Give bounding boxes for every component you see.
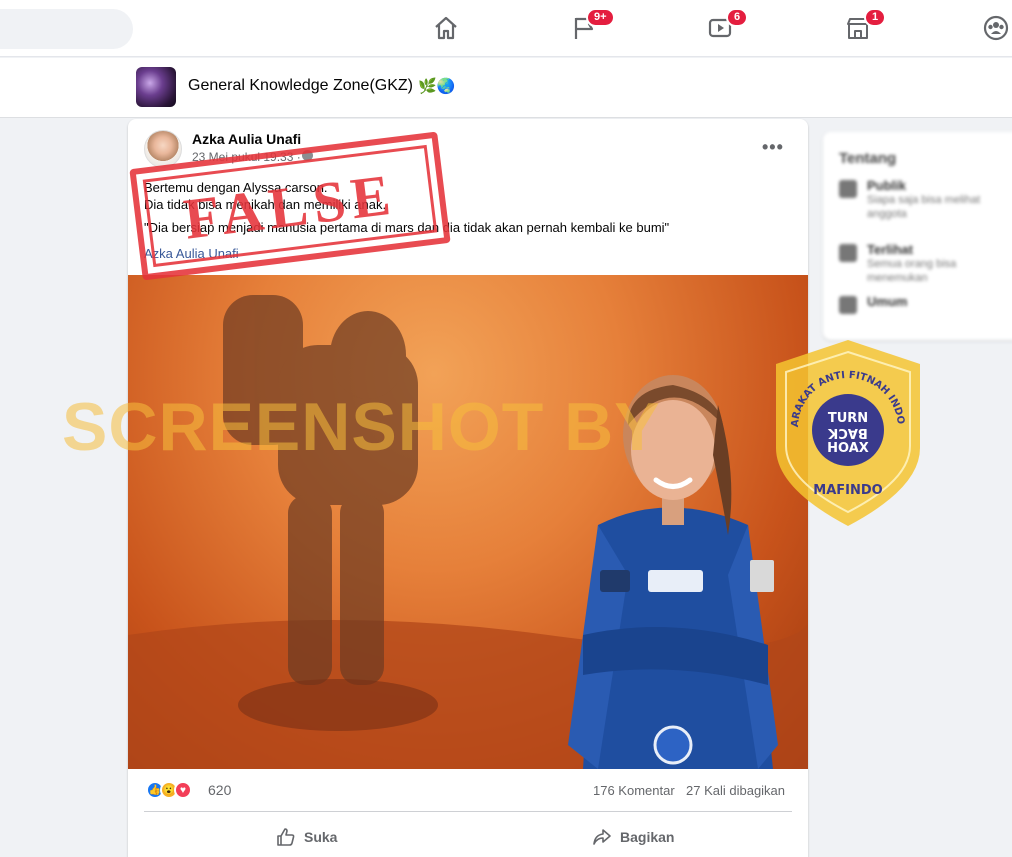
sidebar-row-sub: Siapa saja bisa melihat anggota (867, 194, 981, 220)
sidebar-title: Tentang (839, 150, 897, 167)
marketplace-nav-button[interactable]: 1 (828, 6, 888, 50)
pages-notification-badge: 9+ (586, 8, 615, 27)
home-icon (435, 16, 457, 40)
more-options-button[interactable]: ••• (762, 137, 784, 158)
reaction-summary[interactable]: 👍 😮 ♥ (146, 781, 192, 799)
groups-nav-button[interactable] (966, 6, 1012, 50)
watch-nav-button[interactable]: 6 (690, 6, 750, 50)
screenshot-watermark: SCREENSHOT BY (62, 389, 661, 465)
pages-nav-button[interactable]: 9+ (554, 6, 615, 50)
share-arrow-icon (593, 829, 611, 845)
author-name[interactable]: Azka Aulia Unafi (192, 131, 301, 147)
sidebar-row: Terlihat Semua orang bisa menemukan (839, 242, 1007, 285)
shares-count[interactable]: 27 Kali dibagikan (686, 783, 785, 798)
like-label: Suka (304, 829, 338, 845)
groups-icon (983, 15, 1009, 41)
group-avatar[interactable] (136, 67, 176, 107)
eye-icon (839, 244, 857, 262)
group-name[interactable]: General Knowledge Zone(GKZ) (188, 77, 413, 95)
false-stamp-inner: FALSE (142, 144, 438, 268)
group-emoji: 🌿🌏 (418, 78, 456, 95)
group-header: General Knowledge Zone(GKZ) 🌿🌏 (0, 58, 1012, 118)
false-stamp-text: FALSE (180, 160, 400, 252)
group-icon (839, 296, 857, 314)
share-button[interactable]: Bagikan (592, 819, 674, 855)
like-button[interactable]: Suka (276, 819, 337, 855)
share-label: Bagikan (620, 829, 675, 845)
marketplace-notification-badge: 1 (864, 8, 887, 27)
globe-icon (839, 180, 857, 198)
badge-line1: TURN (828, 411, 868, 426)
about-sidebar: Tentang Publik Siapa saja bisa melihat a… (823, 132, 1012, 340)
sidebar-row-sub: Semua orang bisa menemukan (867, 258, 957, 284)
watch-notification-badge: 6 (726, 8, 749, 27)
love-reaction-icon: ♥ (174, 781, 192, 799)
sidebar-row-main: Umum (867, 294, 908, 309)
badge-line2: BACK (827, 425, 868, 440)
home-nav-button[interactable] (416, 6, 476, 50)
mafindo-badge: MASYARAKAT ANTI FITNAH INDONESIA TURN BA… (772, 338, 920, 526)
reaction-count[interactable]: 620 (208, 782, 231, 798)
sidebar-row-main: Terlihat (867, 242, 913, 257)
photo-illustration (128, 295, 808, 769)
top-navigation-bar: 9+ 6 1 (0, 0, 1012, 57)
author-avatar[interactable] (144, 130, 182, 168)
sidebar-row: Publik Siapa saja bisa melihat anggota (839, 178, 1007, 221)
badge-line3: HOAX (827, 441, 869, 456)
sidebar-row-main: Publik (867, 178, 907, 193)
comments-count[interactable]: 176 Komentar (593, 783, 675, 798)
thumbs-up-icon (277, 828, 295, 846)
badge-bottom-text: MAFINDO (813, 483, 882, 498)
sidebar-row: Umum (839, 294, 907, 314)
post-photo[interactable] (128, 275, 808, 769)
search-input[interactable] (0, 9, 133, 49)
divider (144, 811, 792, 812)
